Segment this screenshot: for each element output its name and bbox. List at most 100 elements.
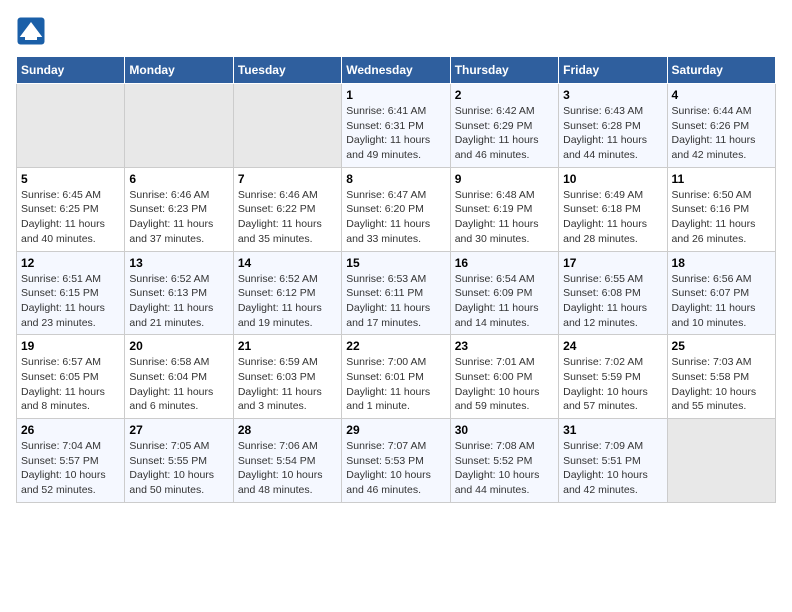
day-detail: Sunrise: 6:42 AM Sunset: 6:29 PM Dayligh… bbox=[455, 104, 554, 163]
day-number: 29 bbox=[346, 423, 445, 437]
day-detail: Sunrise: 7:00 AM Sunset: 6:01 PM Dayligh… bbox=[346, 355, 445, 414]
calendar-cell: 19 Sunrise: 6:57 AM Sunset: 6:05 PM Dayli… bbox=[17, 335, 125, 419]
calendar-cell: 23 Sunrise: 7:01 AM Sunset: 6:00 PM Dayli… bbox=[450, 335, 558, 419]
day-number: 11 bbox=[672, 172, 771, 186]
day-detail: Sunrise: 7:09 AM Sunset: 5:51 PM Dayligh… bbox=[563, 439, 662, 498]
calendar-cell: 12 Sunrise: 6:51 AM Sunset: 6:15 PM Dayli… bbox=[17, 251, 125, 335]
day-detail: Sunrise: 6:49 AM Sunset: 6:18 PM Dayligh… bbox=[563, 188, 662, 247]
calendar-cell: 27 Sunrise: 7:05 AM Sunset: 5:55 PM Dayli… bbox=[125, 419, 233, 503]
day-number: 17 bbox=[563, 256, 662, 270]
day-detail: Sunrise: 6:47 AM Sunset: 6:20 PM Dayligh… bbox=[346, 188, 445, 247]
calendar-cell: 18 Sunrise: 6:56 AM Sunset: 6:07 PM Dayli… bbox=[667, 251, 775, 335]
day-detail: Sunrise: 7:03 AM Sunset: 5:58 PM Dayligh… bbox=[672, 355, 771, 414]
day-detail: Sunrise: 7:04 AM Sunset: 5:57 PM Dayligh… bbox=[21, 439, 120, 498]
day-number: 25 bbox=[672, 339, 771, 353]
day-number: 27 bbox=[129, 423, 228, 437]
day-detail: Sunrise: 6:55 AM Sunset: 6:08 PM Dayligh… bbox=[563, 272, 662, 331]
day-number: 18 bbox=[672, 256, 771, 270]
page-header bbox=[16, 16, 776, 46]
day-detail: Sunrise: 6:46 AM Sunset: 6:22 PM Dayligh… bbox=[238, 188, 337, 247]
day-number: 26 bbox=[21, 423, 120, 437]
day-detail: Sunrise: 6:50 AM Sunset: 6:16 PM Dayligh… bbox=[672, 188, 771, 247]
day-number: 24 bbox=[563, 339, 662, 353]
calendar-cell: 17 Sunrise: 6:55 AM Sunset: 6:08 PM Dayli… bbox=[559, 251, 667, 335]
calendar-cell: 30Sunrise: 7:08 AM Sunset: 5:52 PM Dayli… bbox=[450, 419, 558, 503]
day-number: 13 bbox=[129, 256, 228, 270]
calendar-cell bbox=[667, 419, 775, 503]
calendar-cell bbox=[17, 84, 125, 168]
day-detail: Sunrise: 6:59 AM Sunset: 6:03 PM Dayligh… bbox=[238, 355, 337, 414]
calendar-day-header: Wednesday bbox=[342, 57, 450, 84]
day-detail: Sunrise: 7:01 AM Sunset: 6:00 PM Dayligh… bbox=[455, 355, 554, 414]
calendar-cell: 24Sunrise: 7:02 AM Sunset: 5:59 PM Dayli… bbox=[559, 335, 667, 419]
calendar-cell: 3 Sunrise: 6:43 AM Sunset: 6:28 PM Daylig… bbox=[559, 84, 667, 168]
day-detail: Sunrise: 6:43 AM Sunset: 6:28 PM Dayligh… bbox=[563, 104, 662, 163]
calendar-cell: 15 Sunrise: 6:53 AM Sunset: 6:11 PM Dayli… bbox=[342, 251, 450, 335]
calendar-cell: 31Sunrise: 7:09 AM Sunset: 5:51 PM Dayli… bbox=[559, 419, 667, 503]
calendar-cell: 1Sunrise: 6:41 AM Sunset: 6:31 PM Daylig… bbox=[342, 84, 450, 168]
day-detail: Sunrise: 6:51 AM Sunset: 6:15 PM Dayligh… bbox=[21, 272, 120, 331]
calendar-cell: 28 Sunrise: 7:06 AM Sunset: 5:54 PM Dayli… bbox=[233, 419, 341, 503]
calendar-week-row: 1Sunrise: 6:41 AM Sunset: 6:31 PM Daylig… bbox=[17, 84, 776, 168]
day-number: 16 bbox=[455, 256, 554, 270]
logo-icon bbox=[16, 16, 46, 46]
calendar-cell: 21Sunrise: 6:59 AM Sunset: 6:03 PM Dayli… bbox=[233, 335, 341, 419]
day-number: 10 bbox=[563, 172, 662, 186]
day-detail: Sunrise: 6:52 AM Sunset: 6:12 PM Dayligh… bbox=[238, 272, 337, 331]
day-detail: Sunrise: 7:07 AM Sunset: 5:53 PM Dayligh… bbox=[346, 439, 445, 498]
calendar-day-header: Friday bbox=[559, 57, 667, 84]
day-detail: Sunrise: 7:06 AM Sunset: 5:54 PM Dayligh… bbox=[238, 439, 337, 498]
calendar-table: SundayMondayTuesdayWednesdayThursdayFrid… bbox=[16, 56, 776, 503]
day-number: 14 bbox=[238, 256, 337, 270]
calendar-day-header: Sunday bbox=[17, 57, 125, 84]
day-number: 6 bbox=[129, 172, 228, 186]
calendar-day-header: Tuesday bbox=[233, 57, 341, 84]
day-number: 23 bbox=[455, 339, 554, 353]
day-number: 4 bbox=[672, 88, 771, 102]
calendar-cell: 5 Sunrise: 6:45 AM Sunset: 6:25 PM Daylig… bbox=[17, 167, 125, 251]
calendar-week-row: 26 Sunrise: 7:04 AM Sunset: 5:57 PM Dayli… bbox=[17, 419, 776, 503]
calendar-cell: 20Sunrise: 6:58 AM Sunset: 6:04 PM Dayli… bbox=[125, 335, 233, 419]
day-number: 19 bbox=[21, 339, 120, 353]
day-detail: Sunrise: 6:54 AM Sunset: 6:09 PM Dayligh… bbox=[455, 272, 554, 331]
calendar-cell: 10 Sunrise: 6:49 AM Sunset: 6:18 PM Dayli… bbox=[559, 167, 667, 251]
day-number: 5 bbox=[21, 172, 120, 186]
calendar-day-header: Saturday bbox=[667, 57, 775, 84]
day-detail: Sunrise: 6:52 AM Sunset: 6:13 PM Dayligh… bbox=[129, 272, 228, 331]
day-number: 22 bbox=[346, 339, 445, 353]
day-number: 2 bbox=[455, 88, 554, 102]
calendar-week-row: 12 Sunrise: 6:51 AM Sunset: 6:15 PM Dayli… bbox=[17, 251, 776, 335]
calendar-cell: 16 Sunrise: 6:54 AM Sunset: 6:09 PM Dayli… bbox=[450, 251, 558, 335]
day-number: 8 bbox=[346, 172, 445, 186]
day-detail: Sunrise: 6:48 AM Sunset: 6:19 PM Dayligh… bbox=[455, 188, 554, 247]
day-number: 9 bbox=[455, 172, 554, 186]
calendar-day-header: Thursday bbox=[450, 57, 558, 84]
day-number: 7 bbox=[238, 172, 337, 186]
calendar-cell: 8 Sunrise: 6:47 AM Sunset: 6:20 PM Daylig… bbox=[342, 167, 450, 251]
day-detail: Sunrise: 7:08 AM Sunset: 5:52 PM Dayligh… bbox=[455, 439, 554, 498]
calendar-cell: 4Sunrise: 6:44 AM Sunset: 6:26 PM Daylig… bbox=[667, 84, 775, 168]
day-detail: Sunrise: 6:53 AM Sunset: 6:11 PM Dayligh… bbox=[346, 272, 445, 331]
logo bbox=[16, 16, 48, 46]
day-detail: Sunrise: 6:56 AM Sunset: 6:07 PM Dayligh… bbox=[672, 272, 771, 331]
calendar-cell: 29 Sunrise: 7:07 AM Sunset: 5:53 PM Dayli… bbox=[342, 419, 450, 503]
day-number: 12 bbox=[21, 256, 120, 270]
calendar-week-row: 19 Sunrise: 6:57 AM Sunset: 6:05 PM Dayli… bbox=[17, 335, 776, 419]
calendar-day-header: Monday bbox=[125, 57, 233, 84]
day-detail: Sunrise: 6:58 AM Sunset: 6:04 PM Dayligh… bbox=[129, 355, 228, 414]
calendar-cell: 25 Sunrise: 7:03 AM Sunset: 5:58 PM Dayli… bbox=[667, 335, 775, 419]
calendar-cell: 7 Sunrise: 6:46 AM Sunset: 6:22 PM Daylig… bbox=[233, 167, 341, 251]
day-number: 1 bbox=[346, 88, 445, 102]
calendar-cell: 22 Sunrise: 7:00 AM Sunset: 6:01 PM Dayli… bbox=[342, 335, 450, 419]
calendar-week-row: 5 Sunrise: 6:45 AM Sunset: 6:25 PM Daylig… bbox=[17, 167, 776, 251]
day-number: 3 bbox=[563, 88, 662, 102]
day-number: 28 bbox=[238, 423, 337, 437]
calendar-cell: 9 Sunrise: 6:48 AM Sunset: 6:19 PM Daylig… bbox=[450, 167, 558, 251]
calendar-cell bbox=[125, 84, 233, 168]
day-detail: Sunrise: 6:46 AM Sunset: 6:23 PM Dayligh… bbox=[129, 188, 228, 247]
day-detail: Sunrise: 6:45 AM Sunset: 6:25 PM Dayligh… bbox=[21, 188, 120, 247]
calendar-cell: 11 Sunrise: 6:50 AM Sunset: 6:16 PM Dayli… bbox=[667, 167, 775, 251]
day-number: 15 bbox=[346, 256, 445, 270]
day-detail: Sunrise: 6:57 AM Sunset: 6:05 PM Dayligh… bbox=[21, 355, 120, 414]
day-detail: Sunrise: 7:05 AM Sunset: 5:55 PM Dayligh… bbox=[129, 439, 228, 498]
